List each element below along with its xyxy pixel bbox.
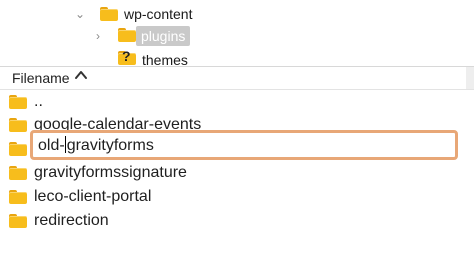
list-item[interactable]: leco-client-portal xyxy=(0,185,474,209)
column-header-label: Filename xyxy=(12,70,70,86)
tree-item-label: plugins xyxy=(136,26,191,46)
file-name: leco-client-portal xyxy=(34,188,152,205)
file-list: .. google-calendar-events gravityformssi… xyxy=(0,90,474,259)
folder-icon xyxy=(9,142,27,156)
folder-icon xyxy=(9,190,27,204)
rename-input[interactable]: old-gravityforms xyxy=(30,130,458,160)
tree-item-label: themes xyxy=(142,52,188,66)
sort-ascending-icon[interactable] xyxy=(74,68,88,82)
file-name: gravityformssignature xyxy=(34,164,187,181)
rename-text-after-caret: gravityforms xyxy=(66,137,154,154)
directory-tree: ⌄ wp-content › plugins ? themes xyxy=(0,0,474,66)
list-item[interactable]: .. xyxy=(0,90,474,114)
list-item[interactable]: gravityformssignature xyxy=(0,161,474,185)
filename-column-header[interactable]: Filename xyxy=(0,67,474,90)
question-mark-icon: ? xyxy=(122,48,131,64)
chevron-down-icon[interactable]: ⌄ xyxy=(75,4,85,24)
folder-icon xyxy=(9,214,27,228)
folder-icon xyxy=(9,118,27,132)
header-edge xyxy=(466,67,474,89)
folder-icon xyxy=(100,7,118,21)
tree-item-plugins[interactable]: › plugins xyxy=(0,26,474,46)
tree-item-themes[interactable]: ? themes xyxy=(0,48,474,66)
rename-input-text[interactable]: old-gravityforms xyxy=(38,135,154,157)
folder-icon xyxy=(9,95,27,109)
chevron-right-icon[interactable]: › xyxy=(96,26,100,46)
folder-icon xyxy=(9,166,27,180)
tree-item-label: wp-content xyxy=(124,6,193,22)
file-name: redirection xyxy=(34,212,109,229)
rename-text-before-caret: old- xyxy=(38,137,65,154)
folder-icon xyxy=(118,28,136,42)
list-item[interactable]: redirection xyxy=(0,209,474,233)
tree-item-wp-content[interactable]: ⌄ wp-content xyxy=(0,4,474,24)
file-name: .. xyxy=(34,93,43,110)
